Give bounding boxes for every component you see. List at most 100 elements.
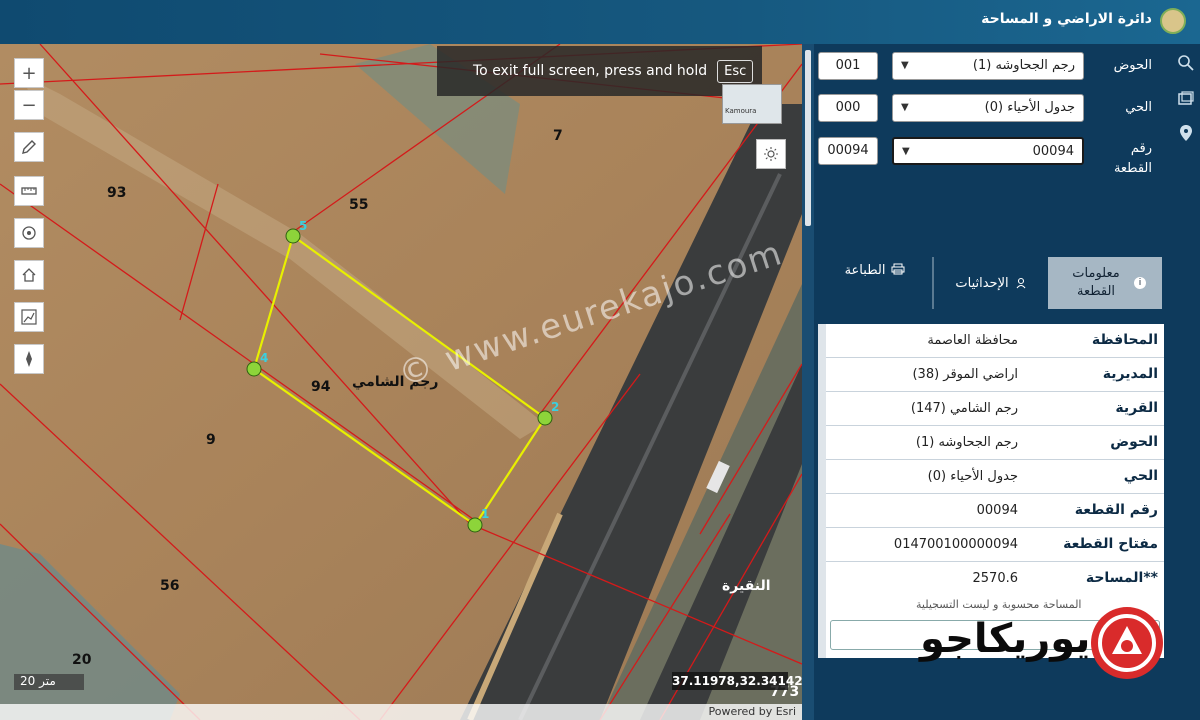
tab-parcel-info-label: معلومات القطعة: [1072, 266, 1120, 299]
info-row-basin: الحوض رجم الجحاوشه (1): [826, 426, 1164, 460]
parcel-code-input[interactable]: 00094: [818, 137, 878, 165]
fullscreen-message: To exit full screen, press and hold: [473, 63, 708, 79]
layers-tool-button[interactable]: [1175, 88, 1197, 110]
district-select[interactable]: جدول الأحياء (0) ▼: [892, 94, 1084, 122]
app-title: دائرة الاراضي و المساحة: [981, 11, 1152, 27]
info-value: محافظة العاصمة: [927, 333, 1018, 348]
info-key: القرية: [1115, 400, 1158, 416]
info-key: الحي: [1123, 468, 1158, 484]
info-row-governorate: المحافظة محافظة العاصمة: [826, 324, 1164, 358]
basin-code-input[interactable]: 001: [818, 52, 878, 80]
info-row-parcel-key: مفتاح القطعة 014700100000094: [826, 528, 1164, 562]
parcel-number-55: 55: [349, 197, 369, 213]
parcel-number-94: 94: [311, 379, 331, 395]
minimap-label: Kamoura: [725, 107, 757, 115]
location-pin-icon: [1180, 125, 1192, 141]
elevation-button[interactable]: [14, 302, 44, 332]
search-tool-button[interactable]: [1175, 52, 1197, 74]
basin-row: 001 رجم الجحاوشه (1) ▼ الحوض: [818, 52, 1158, 82]
info-tabs: i معلومات القطعة الإحداثيات الطباعة: [818, 257, 1162, 309]
scrollbar-thumb[interactable]: [805, 50, 811, 226]
parcel-number-9: 9: [206, 432, 216, 448]
info-row-directorate: المديرية اراضي الموقر (38): [826, 358, 1164, 392]
sun-icon: [764, 147, 778, 161]
chevron-down-icon: ▼: [902, 146, 910, 157]
esc-key: Esc: [717, 59, 754, 83]
compass-button[interactable]: [14, 344, 44, 374]
tab-coordinates[interactable]: الإحداثيات: [934, 257, 1048, 309]
chevron-down-icon: ▼: [901, 60, 909, 71]
place-name-alnuqayra: النقيرة: [722, 578, 771, 594]
basin-select[interactable]: رجم الجحاوشه (1) ▼: [892, 52, 1084, 80]
panel-scrollbar[interactable]: [802, 44, 814, 720]
app-header: دائرة الاراضي و المساحة: [0, 0, 1200, 44]
parcel-row: 00094 00094 ▼ رقم القطعة: [818, 137, 1158, 181]
draw-button[interactable]: [14, 132, 44, 162]
fullscreen-toast: To exit full screen, press and hold Esc: [437, 46, 762, 96]
parcel-label: رقم القطعة: [1113, 141, 1152, 176]
dls-logo: [1160, 8, 1186, 34]
zoom-in-icon: +: [21, 62, 37, 84]
parcel-number-7: 7: [553, 128, 563, 144]
tab-parcel-info[interactable]: i معلومات القطعة: [1048, 257, 1162, 309]
layers-icon: [1178, 91, 1194, 105]
brand-seal-icon: [1091, 607, 1163, 679]
tab-print[interactable]: الطباعة: [818, 257, 932, 309]
minimap[interactable]: Kamoura: [722, 84, 782, 124]
location-tool-button[interactable]: [1175, 122, 1197, 144]
info-value: 00094: [976, 503, 1018, 518]
esri-attribution: Powered by Esri: [0, 704, 802, 720]
info-value: 014700100000094: [893, 537, 1018, 552]
eurekajo-brand-overlay: يوريكاجو: [920, 596, 1170, 690]
side-icon-bar: [1170, 44, 1200, 720]
parcel-select[interactable]: 00094 ▼: [892, 137, 1084, 165]
vertex-label-1: 1: [481, 507, 490, 521]
chart-icon: [21, 309, 37, 325]
parcel-select-value: 00094: [1032, 144, 1074, 159]
scale-bar: 20 متر: [14, 674, 84, 690]
pencil-icon: [22, 140, 36, 154]
info-value: 2570.6: [972, 571, 1019, 586]
locate-button[interactable]: [14, 218, 44, 248]
info-row-parcel-number: رقم القطعة 00094: [826, 494, 1164, 528]
daylight-button[interactable]: [756, 139, 786, 169]
info-key: المديرية: [1102, 366, 1158, 382]
info-value: رجم الشامي (147): [910, 401, 1018, 416]
info-key: **المساحة: [1085, 570, 1158, 586]
district-row: 000 جدول الأحياء (0) ▼ الحي: [818, 94, 1158, 124]
tab-print-label: الطباعة: [844, 263, 886, 278]
map-view[interactable]: 93 55 7 94 9 56 20 773 5 4 2 1 رجم الشام…: [0, 44, 802, 720]
home-button[interactable]: [14, 260, 44, 290]
zoom-out-button[interactable]: −: [14, 90, 44, 120]
card-scroll-accent: [818, 324, 826, 658]
measure-icon: [21, 187, 37, 195]
info-key: رقم القطعة: [1074, 502, 1158, 518]
info-row-district: الحي جدول الأحياء (0): [826, 460, 1164, 494]
vertex-label-5: 5: [299, 219, 308, 233]
vertex-label-4: 4: [260, 351, 269, 365]
info-row-area: **المساحة 2570.6: [826, 562, 1164, 596]
vertex-label-2: 2: [551, 400, 560, 414]
info-key: المحافظة: [1091, 332, 1158, 348]
printer-icon: [891, 263, 905, 275]
zoom-out-icon: −: [21, 94, 37, 116]
chevron-down-icon: ▼: [901, 102, 909, 113]
info-key: الحوض: [1110, 434, 1158, 450]
info-value: رجم الجحاوشه (1): [915, 435, 1018, 450]
info-value: اراضي الموقر (38): [912, 367, 1018, 382]
district-code-input[interactable]: 000: [818, 94, 878, 122]
basin-select-value: رجم الجحاوشه (1): [972, 58, 1075, 73]
tab-coordinates-label: الإحداثيات: [955, 275, 1009, 291]
tab-divider: [932, 257, 933, 309]
parcel-number-93: 93: [107, 185, 127, 201]
zoom-in-button[interactable]: +: [14, 58, 44, 88]
person-pin-icon: [1016, 277, 1026, 289]
brand-wordmark: يوريكاجو: [920, 616, 1091, 662]
district-label: الحي: [1125, 100, 1152, 115]
locate-icon: [22, 226, 36, 240]
compass-icon: [26, 351, 32, 367]
parcel-number-56: 56: [160, 578, 180, 594]
parcel-number-20: 20: [72, 652, 92, 668]
measure-button[interactable]: [14, 176, 44, 206]
info-key: مفتاح القطعة: [1063, 536, 1158, 552]
